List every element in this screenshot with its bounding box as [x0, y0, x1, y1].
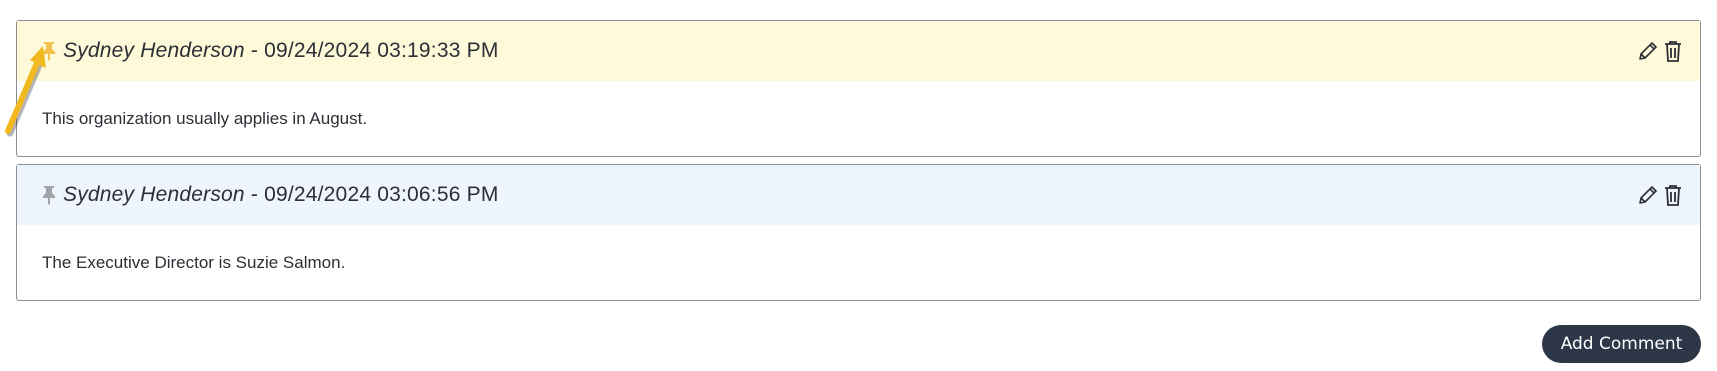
comment-timestamp: 09/24/2024 03:19:33 PM: [264, 39, 499, 62]
comment-body: This organization usually applies in Aug…: [42, 108, 368, 128]
comment-author: Sydney Henderson: [63, 183, 245, 206]
comment-meta: Sydney Henderson - 09/24/2024 03:19:33 P…: [63, 39, 499, 63]
comment-actions: [1636, 39, 1684, 63]
comment-timestamp: 09/24/2024 03:06:56 PM: [264, 183, 499, 206]
pencil-icon[interactable]: [1636, 39, 1658, 63]
trash-icon[interactable]: [1662, 183, 1684, 207]
comment-actions: [1636, 183, 1684, 207]
pushpin-icon[interactable]: [39, 184, 59, 206]
comment-meta: Sydney Henderson - 09/24/2024 03:06:56 P…: [63, 183, 499, 207]
pencil-icon[interactable]: [1636, 183, 1658, 207]
comment-header: Sydney Henderson - 09/24/2024 03:06:56 P…: [17, 165, 1700, 225]
comment-body: The Executive Director is Suzie Salmon.: [42, 252, 346, 272]
comment-card: Sydney Henderson - 09/24/2024 03:06:56 P…: [16, 164, 1701, 301]
arrow-annotation: [5, 46, 46, 137]
comment-card: Sydney Henderson - 09/24/2024 03:19:33 P…: [16, 20, 1701, 157]
add-comment-button[interactable]: Add Comment: [1542, 325, 1701, 363]
comment-author: Sydney Henderson: [63, 39, 245, 62]
comment-header: Sydney Henderson - 09/24/2024 03:19:33 P…: [17, 21, 1700, 81]
comments-list: Sydney Henderson - 09/24/2024 03:19:33 P…: [16, 20, 1701, 308]
meta-separator: -: [244, 183, 265, 206]
meta-separator: -: [244, 39, 265, 62]
trash-icon[interactable]: [1662, 39, 1684, 63]
